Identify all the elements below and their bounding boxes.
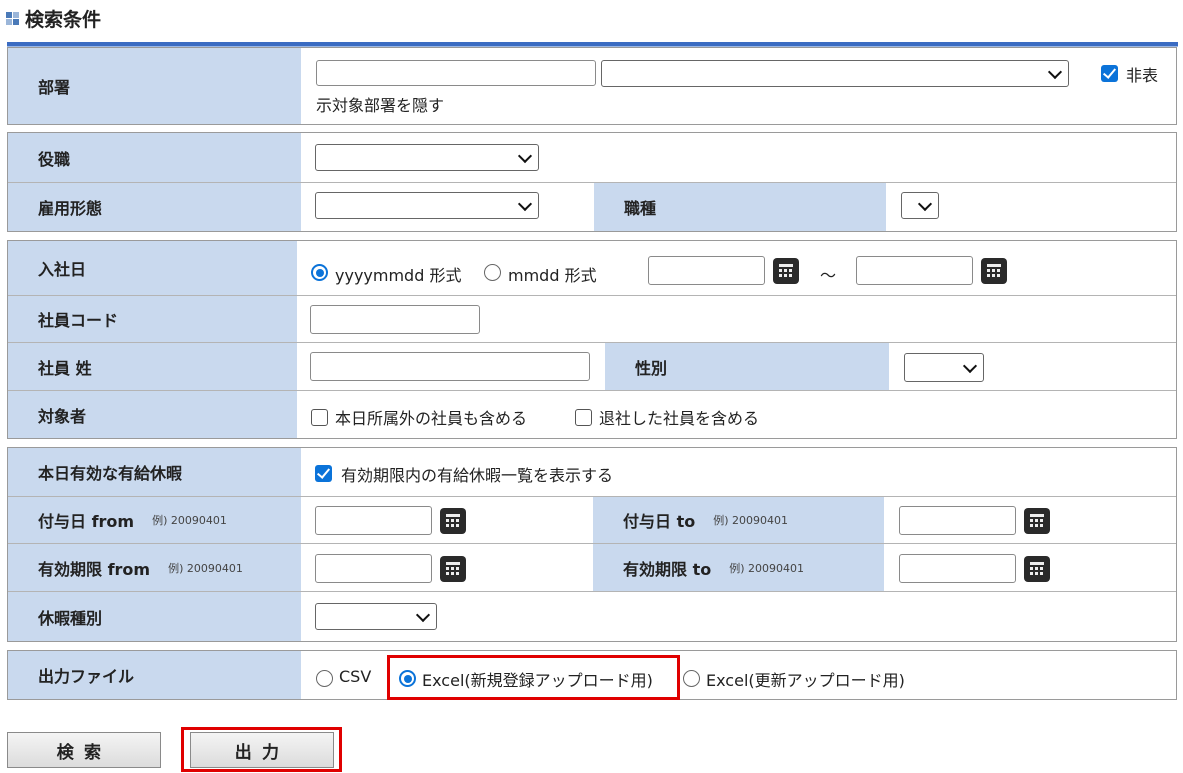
format-mmdd-label: mmdd 形式 (508, 266, 597, 285)
chevron-down-icon (517, 148, 533, 163)
label-grant-date-to: 付与日 to 例) 20090401 (593, 497, 884, 543)
job-category-select[interactable] (901, 192, 939, 219)
row-position: 役職 (8, 133, 1176, 182)
section-position: 役職 雇用形態 職種 (7, 132, 1177, 232)
page-title-text: 検索条件 (25, 8, 102, 31)
leave-type-select[interactable] (315, 603, 437, 630)
row-valid-leave: 本日有効な有給休暇 有効期限内の有給休暇一覧を表示する (8, 448, 1176, 496)
grant-date-from-text: 付与日 from (38, 512, 135, 531)
row-department: 部署 非表 示対象部署を隠す (8, 48, 1176, 124)
label-valid-leave: 本日有効な有給休暇 (8, 448, 301, 496)
gender-select[interactable] (904, 353, 984, 382)
hide-department-checkbox[interactable] (1101, 65, 1118, 82)
label-leave-type: 休暇種別 (8, 592, 301, 641)
employment-type-select[interactable] (315, 192, 539, 219)
expiry-from-example: 例) 20090401 (168, 561, 243, 575)
highlight-output-button (181, 727, 342, 772)
hire-date-to-input[interactable] (856, 256, 973, 285)
range-tilde: ～ (820, 266, 837, 285)
page-title: 検索条件 (6, 6, 102, 31)
label-department: 部署 (8, 48, 301, 124)
label-expiry-to: 有効期限 to 例) 20090401 (593, 544, 884, 591)
expiry-to-text: 有効期限 to (623, 559, 712, 579)
employee-surname-input[interactable] (310, 352, 590, 381)
hire-date-from-input[interactable] (648, 256, 765, 285)
output-csv-radio[interactable] (316, 670, 333, 687)
calendar-icon[interactable] (773, 258, 799, 284)
grant-date-to-example: 例) 20090401 (713, 514, 788, 527)
calendar-icon[interactable] (440, 508, 466, 534)
label-target: 対象者 (8, 391, 297, 438)
calendar-icon[interactable] (1024, 556, 1050, 582)
show-valid-leave-label: 有効期限内の有給休暇一覧を表示する (341, 466, 614, 485)
label-employment-type: 雇用形態 (8, 183, 301, 231)
label-employee-surname: 社員 姓 (8, 343, 297, 390)
chevron-down-icon (415, 607, 431, 622)
output-excel-update-radio[interactable] (683, 670, 700, 687)
hide-department-label-2: 示対象部署を隠す (316, 96, 445, 115)
search-button[interactable]: 検索 (7, 732, 161, 768)
department-select[interactable] (601, 60, 1069, 87)
include-retired-checkbox[interactable] (575, 409, 592, 426)
section-employee: 入社日 yyyymmdd 形式 mmdd 形式 ～ 社員コード 社員 姓 性別 … (7, 240, 1177, 439)
label-employee-code: 社員コード (8, 296, 297, 342)
row-leave-type: 休暇種別 (8, 591, 1176, 641)
format-yyyymmdd-label: yyyymmdd 形式 (335, 266, 462, 285)
position-select[interactable] (315, 144, 539, 171)
grant-date-from-example: 例) 20090401 (152, 514, 227, 527)
label-grant-date-from: 付与日 from 例) 20090401 (8, 497, 301, 543)
label-hire-date: 入社日 (8, 241, 297, 295)
row-grant-date: 付与日 from 例) 20090401 付与日 to 例) 20090401 (8, 496, 1176, 543)
row-target: 対象者 本日所属外の社員も含める 退社した社員を含める (8, 390, 1176, 438)
include-retired-label: 退社した社員を含める (599, 409, 760, 428)
expiry-from-text: 有効期限 from (38, 559, 151, 579)
section-department: 部署 非表 示対象部署を隠す (7, 47, 1177, 125)
expiry-from-input[interactable] (315, 554, 432, 583)
format-mmdd-radio[interactable] (484, 264, 501, 281)
calendar-icon[interactable] (981, 258, 1007, 284)
department-value: 非表 示対象部署を隠す (301, 48, 1176, 124)
output-csv-label: CSV (339, 667, 372, 686)
grant-date-from-input[interactable] (315, 506, 432, 535)
chevron-down-icon (962, 358, 978, 373)
expiry-to-input[interactable] (899, 554, 1016, 583)
include-other-dept-checkbox[interactable] (311, 409, 328, 426)
chevron-down-icon (1047, 64, 1063, 79)
include-other-dept-label: 本日所属外の社員も含める (335, 409, 528, 428)
row-hire-date: 入社日 yyyymmdd 形式 mmdd 形式 ～ (8, 241, 1176, 295)
grant-date-to-text: 付与日 to (623, 512, 696, 531)
chevron-down-icon (917, 196, 933, 211)
label-gender: 性別 (605, 343, 889, 390)
department-code-input[interactable] (316, 60, 596, 86)
label-expiry-from: 有効期限 from 例) 20090401 (8, 544, 301, 591)
calendar-icon[interactable] (440, 556, 466, 582)
hide-department-label-1: 非表 (1126, 66, 1159, 85)
row-employee-code: 社員コード (8, 295, 1176, 342)
label-output-file: 出力ファイル (8, 651, 301, 699)
show-valid-leave-checkbox[interactable] (315, 465, 332, 482)
grid-icon (6, 11, 19, 25)
section-paid-leave: 本日有効な有給休暇 有効期限内の有給休暇一覧を表示する 付与日 from 例) 2… (7, 447, 1177, 642)
row-employment-type: 雇用形態 職種 (8, 182, 1176, 231)
row-expiry-date: 有効期限 from 例) 20090401 有効期限 to 例) 20090401 (8, 543, 1176, 591)
calendar-icon[interactable] (1024, 508, 1050, 534)
chevron-down-icon (517, 196, 533, 211)
label-job-category: 職種 (594, 183, 886, 231)
label-position: 役職 (8, 133, 301, 182)
format-yyyymmdd-radio[interactable] (311, 264, 328, 281)
expiry-to-example: 例) 20090401 (729, 561, 804, 575)
highlight-excel-new (387, 655, 680, 700)
employee-code-input[interactable] (310, 305, 480, 334)
row-employee-surname: 社員 姓 性別 (8, 342, 1176, 390)
output-excel-update-label: Excel(更新アップロード用) (706, 671, 905, 690)
grant-date-to-input[interactable] (899, 506, 1016, 535)
